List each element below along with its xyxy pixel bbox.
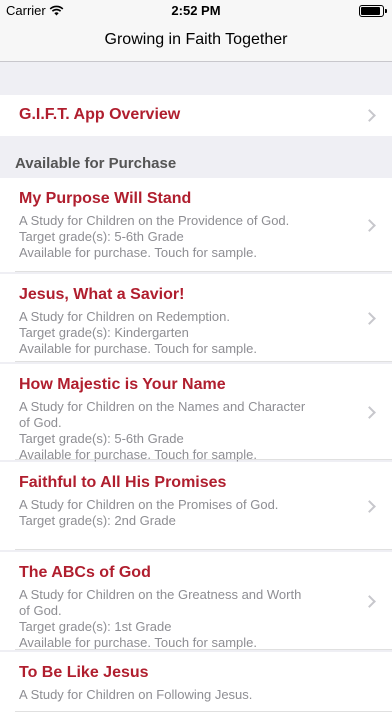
status-time: 2:52 PM [171, 3, 221, 18]
study-description-line: A Study for Children on the Promises of … [19, 497, 279, 512]
study-description-line: Available for purchase. Touch for sample… [19, 635, 257, 650]
study-row[interactable]: To Be Like Jesus A Study for Children on … [0, 652, 392, 712]
section-header: Available for Purchase [15, 155, 177, 172]
chevron-right-icon [363, 500, 376, 513]
battery-icon [359, 5, 387, 17]
status-bar: Carrier 2:52 PM [0, 0, 392, 20]
overview-label: G.I.F.T. App Overview [19, 106, 181, 123]
row-separator [15, 549, 392, 550]
overview-row[interactable]: G.I.F.T. App Overview [0, 95, 392, 136]
study-row[interactable]: The ABCs of God A Study for Children on t… [0, 552, 392, 650]
chevron-right-icon [363, 219, 376, 232]
study-description-line: of God. [19, 415, 62, 430]
study-description-line: Available for purchase. Touch for sample… [19, 341, 257, 356]
study-row[interactable]: My Purpose Will Stand A Study for Childre… [0, 178, 392, 272]
chevron-right-icon [363, 109, 376, 122]
study-description-line: Target grade(s): Kindergarten [19, 325, 189, 340]
study-description-line: Target grade(s): 2nd Grade [19, 513, 176, 528]
chevron-right-icon [363, 312, 376, 325]
row-separator [15, 649, 392, 650]
study-description-line: A Study for Children on the Greatness an… [19, 587, 302, 602]
study-title: Faithful to All His Promises [19, 474, 227, 491]
study-description-line: Target grade(s): 5-6th Grade [19, 431, 184, 446]
study-title: Jesus, What a Savior! [19, 286, 185, 303]
row-separator [15, 459, 392, 460]
study-row[interactable]: Faithful to All His Promises A Study for … [0, 462, 392, 550]
study-title: My Purpose Will Stand [19, 190, 192, 207]
row-separator [15, 271, 392, 272]
study-title: How Majestic is Your Name [19, 376, 226, 393]
study-description-line: Target grade(s): 5-6th Grade [19, 229, 184, 244]
chevron-right-icon [363, 406, 376, 419]
study-description-line: A Study for Children on the Providence o… [19, 213, 290, 228]
row-separator [15, 361, 392, 362]
page-title: Growing in Faith Together [104, 31, 288, 48]
chevron-right-icon [363, 595, 376, 608]
study-description-line: A Study for Children on Redemption. [19, 309, 231, 324]
study-description-line: Target grade(s): 1st Grade [19, 619, 172, 634]
study-title: The ABCs of God [19, 564, 151, 581]
nav-bar: Growing in Faith Together [0, 20, 392, 62]
study-description-line: A Study for Children on the Names and Ch… [19, 399, 306, 414]
study-row[interactable]: Jesus, What a Savior! A Study for Childre… [0, 274, 392, 362]
study-title: To Be Like Jesus [19, 664, 149, 681]
study-description-line: A Study for Children on Following Jesus. [19, 687, 253, 702]
study-row[interactable]: How Majestic is Your Name A Study for Chi… [0, 364, 392, 462]
study-description-line: Available for purchase. Touch for sample… [19, 245, 257, 260]
study-description-line: of God. [19, 603, 62, 618]
